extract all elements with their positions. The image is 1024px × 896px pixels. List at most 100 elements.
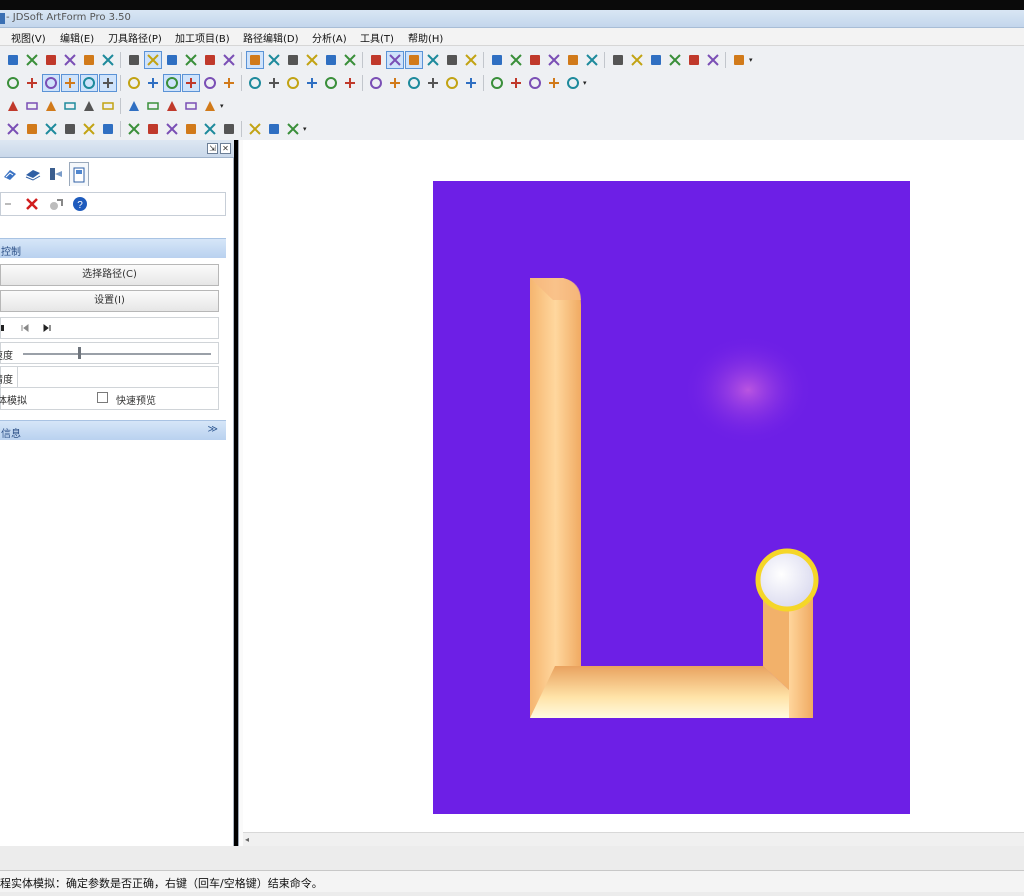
blend1-button[interactable] xyxy=(202,75,218,91)
image-button[interactable] xyxy=(126,98,142,114)
pen-button[interactable] xyxy=(425,75,441,91)
edit-button[interactable] xyxy=(285,121,301,137)
toolbar-dropdown-icon[interactable]: ▾ xyxy=(583,79,587,87)
copy-button[interactable] xyxy=(81,52,97,68)
text-tool-button[interactable] xyxy=(81,98,97,114)
play-button[interactable] xyxy=(0,323,7,336)
view-front-button[interactable] xyxy=(143,50,162,69)
arrow-left-button[interactable] xyxy=(527,52,543,68)
block-button[interactable] xyxy=(164,121,180,137)
pin-button[interactable] xyxy=(425,52,441,68)
delete-x-button[interactable] xyxy=(285,75,301,91)
speed-slider-track[interactable] xyxy=(23,353,211,355)
rotate-button[interactable] xyxy=(686,52,702,68)
shade-button[interactable] xyxy=(245,50,264,69)
palette-button[interactable] xyxy=(546,75,562,91)
measure-button[interactable] xyxy=(62,98,78,114)
spin-button[interactable] xyxy=(43,98,59,114)
refresh-button[interactable] xyxy=(62,121,78,137)
paste-layer-button[interactable] xyxy=(489,52,505,68)
menu-edit[interactable]: 编辑(E) xyxy=(60,30,94,45)
navigate-button[interactable] xyxy=(731,52,747,68)
menu-tools[interactable]: 工具(T) xyxy=(360,30,394,45)
3d-viewport[interactable] xyxy=(243,140,1024,832)
snap-grid-button[interactable] xyxy=(162,73,181,92)
print-button[interactable] xyxy=(100,98,116,114)
brush-button[interactable] xyxy=(323,75,339,91)
material-button[interactable] xyxy=(145,121,161,137)
curve-button[interactable] xyxy=(81,121,97,137)
pan-button[interactable] xyxy=(667,52,683,68)
select-path-button[interactable]: 选择路径(C) xyxy=(0,264,219,286)
control-section-header[interactable]: 控制 xyxy=(0,238,226,258)
paste-button[interactable] xyxy=(100,52,116,68)
paint-button[interactable] xyxy=(304,75,320,91)
toolbar-dropdown-icon[interactable]: ▾ xyxy=(220,102,224,110)
menu-analysis[interactable]: 分析(A) xyxy=(312,30,347,45)
blend3-button[interactable] xyxy=(247,75,263,91)
gear1-button[interactable] xyxy=(5,121,21,137)
info-section-header[interactable]: 信息 ≫ xyxy=(0,420,226,440)
cut-button[interactable] xyxy=(62,52,78,68)
zoom-all-button[interactable] xyxy=(629,52,645,68)
active-mode-button[interactable] xyxy=(385,50,404,69)
table-button[interactable] xyxy=(221,121,237,137)
tab-path[interactable] xyxy=(23,162,43,186)
toolbar-dropdown-icon[interactable]: ▾ xyxy=(303,125,307,133)
ok-check-button[interactable] xyxy=(0,195,17,213)
cutter-button[interactable] xyxy=(183,98,199,114)
line-button[interactable] xyxy=(5,75,21,91)
horizontal-scrollbar[interactable]: ◂ xyxy=(243,832,1024,846)
render-button[interactable] xyxy=(342,52,358,68)
frame-button[interactable] xyxy=(247,121,263,137)
undo-button[interactable] xyxy=(24,52,40,68)
sphere-wire-button[interactable] xyxy=(323,52,339,68)
node-button[interactable] xyxy=(126,75,142,91)
bend-button[interactable] xyxy=(145,75,161,91)
tab-mill[interactable] xyxy=(0,162,20,186)
view-iso-button[interactable] xyxy=(183,52,199,68)
red-x-button[interactable] xyxy=(368,75,384,91)
rect-button[interactable] xyxy=(489,75,505,91)
bricks-button[interactable] xyxy=(183,121,199,137)
eyedropper-button[interactable] xyxy=(565,75,581,91)
help-button[interactable]: ? xyxy=(71,195,89,213)
next-step-button[interactable] xyxy=(42,323,52,336)
calc-button[interactable] xyxy=(47,195,65,213)
trim-button[interactable] xyxy=(24,75,40,91)
circle-button[interactable] xyxy=(79,73,98,92)
align-button[interactable] xyxy=(5,98,21,114)
stack-button[interactable] xyxy=(24,98,40,114)
menu-help[interactable]: 帮助(H) xyxy=(408,30,443,45)
speed-slider-thumb[interactable] xyxy=(78,347,81,359)
panel-close-button[interactable]: ✕ xyxy=(220,143,231,154)
grid-button[interactable] xyxy=(508,52,524,68)
arrow-right-button[interactable] xyxy=(546,52,562,68)
tab-tool[interactable] xyxy=(46,162,66,186)
menu-machining-project[interactable]: 加工项目(B) xyxy=(175,30,230,45)
gradient-button[interactable] xyxy=(527,75,543,91)
panel-pin-button[interactable]: ⇲ xyxy=(207,143,218,154)
cancel-button[interactable] xyxy=(23,195,41,213)
lines-button[interactable] xyxy=(444,75,460,91)
layer-button[interactable] xyxy=(368,52,384,68)
fast-preview-checkbox[interactable] xyxy=(97,392,108,403)
properties-button[interactable] xyxy=(387,75,403,91)
settings-button[interactable]: 设置(I) xyxy=(0,290,219,312)
circle-point-button[interactable] xyxy=(98,73,117,92)
transform-button[interactable] xyxy=(164,98,180,114)
blend2-button[interactable] xyxy=(221,75,237,91)
copy-layer-button[interactable] xyxy=(463,52,479,68)
gear2-button[interactable] xyxy=(24,121,40,137)
pin-green-button[interactable] xyxy=(444,52,460,68)
sphere-button[interactable] xyxy=(266,52,282,68)
toolbar-dropdown-icon[interactable]: ▾ xyxy=(749,56,753,64)
tool-path-button[interactable] xyxy=(202,98,218,114)
select-button[interactable] xyxy=(221,52,237,68)
redo-button[interactable] xyxy=(43,52,59,68)
layers-button[interactable] xyxy=(145,98,161,114)
sphere-outline-button[interactable] xyxy=(304,52,320,68)
ruler-button[interactable] xyxy=(342,75,358,91)
sphere-shaded-button[interactable] xyxy=(285,52,301,68)
hatch-button[interactable] xyxy=(406,75,422,91)
